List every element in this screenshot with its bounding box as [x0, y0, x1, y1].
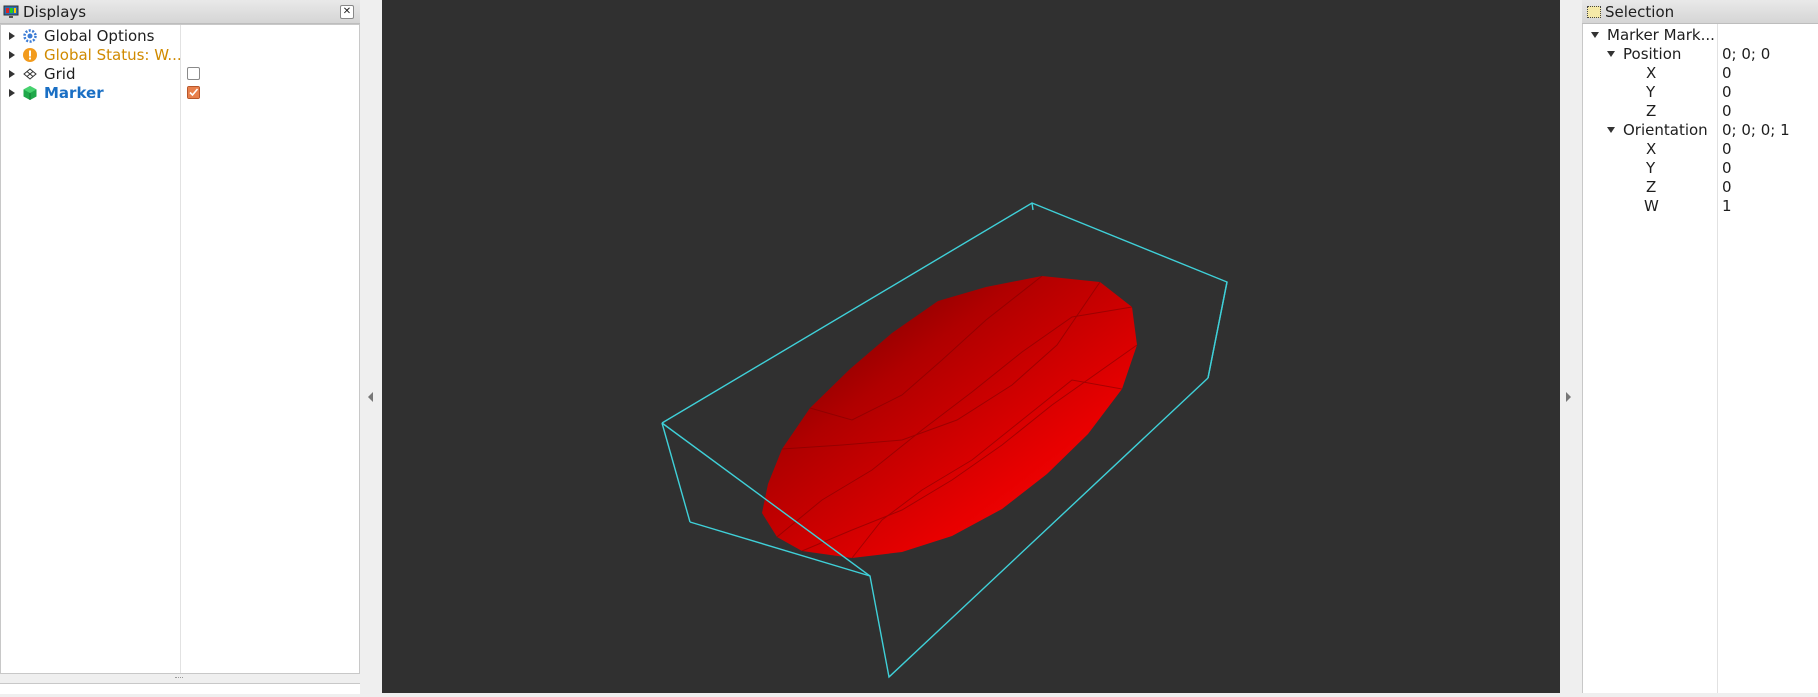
gear-icon — [22, 28, 38, 44]
orientation-value: 0; 0; 0; 1 — [1722, 120, 1790, 139]
position-z-row: Z 0 — [1646, 101, 1732, 120]
ellipsoid-marker — [762, 275, 1138, 559]
bottom-panel — [0, 683, 360, 694]
selection-tree: Marker Mark... Position 0; 0; 0 X 0 Y 0 … — [1582, 24, 1818, 693]
expand-arrow-icon[interactable] — [9, 31, 15, 40]
position-x-row: X 0 — [1646, 63, 1732, 82]
monitor-icon — [3, 5, 19, 19]
position-label: Position — [1623, 44, 1682, 63]
orientation-z-row: Z 0 — [1646, 177, 1732, 196]
warning-icon — [22, 47, 38, 63]
render-viewport[interactable] — [382, 0, 1560, 693]
display-item-label: Global Status: W... — [44, 45, 182, 64]
selection-root-label: Marker Mark... — [1607, 25, 1715, 44]
collapse-arrow-icon[interactable] — [1607, 126, 1615, 133]
display-item-global-options[interactable]: Global Options — [1, 26, 359, 45]
position-y-row: Y 0 — [1646, 82, 1732, 101]
displays-title: Displays — [23, 2, 87, 21]
display-item-global-status[interactable]: Global Status: W... — [1, 45, 359, 64]
orientation-row[interactable]: Orientation 0; 0; 0; 1 — [1583, 120, 1818, 139]
orientation-y-row: Y 0 — [1646, 158, 1732, 177]
displays-tree: Global Options Global Status: W... Grid … — [0, 24, 360, 674]
orientation-label: Orientation — [1623, 120, 1708, 139]
collapse-arrow-icon[interactable] — [1591, 31, 1599, 38]
collapse-right-handle[interactable] — [1566, 392, 1571, 402]
grid-icon — [22, 66, 38, 82]
selection-root-row[interactable]: Marker Mark... — [1583, 25, 1818, 44]
marker-enabled-checkbox[interactable] — [187, 86, 200, 99]
scene-canvas[interactable] — [382, 0, 1560, 693]
orientation-w-row: W 1 — [1644, 196, 1732, 215]
selection-icon — [1587, 5, 1601, 18]
expand-arrow-icon[interactable] — [9, 50, 15, 59]
display-item-label: Grid — [44, 64, 76, 83]
position-value: 0; 0; 0 — [1722, 44, 1771, 63]
position-row[interactable]: Position 0; 0; 0 — [1583, 44, 1818, 63]
grid-enabled-checkbox[interactable] — [187, 67, 200, 80]
expand-arrow-icon[interactable] — [9, 69, 15, 78]
display-item-marker[interactable]: Marker — [1, 83, 359, 102]
selection-title-bar: Selection — [1582, 0, 1818, 24]
marker-cube-icon — [22, 85, 38, 101]
close-icon[interactable]: ✕ — [340, 5, 354, 19]
collapse-arrow-icon[interactable] — [1607, 50, 1615, 57]
orientation-x-row: X 0 — [1646, 139, 1732, 158]
display-item-grid[interactable]: Grid — [1, 64, 359, 83]
collapse-left-handle[interactable] — [368, 392, 373, 402]
display-item-label: Marker — [44, 83, 104, 102]
selection-panel: Selection Marker Mark... Position 0; 0; … — [1582, 0, 1818, 693]
displays-panel: Displays ✕ Global Options Global Status:… — [0, 0, 360, 694]
display-item-label: Global Options — [44, 26, 155, 45]
selection-title: Selection — [1605, 2, 1675, 21]
displays-title-bar: Displays ✕ — [0, 0, 360, 24]
expand-arrow-icon[interactable] — [9, 88, 15, 97]
